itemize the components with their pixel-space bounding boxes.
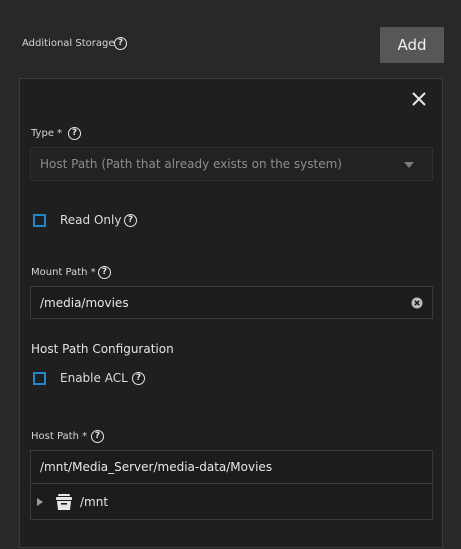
type-select[interactable]: Host Path (Path that already exists on t… [30,147,433,181]
help-icon[interactable]: ? [124,214,137,227]
mount-path-value: /media/movies [40,296,129,310]
host-path-value: /mnt/Media_Server/media-data/Movies [40,460,273,474]
read-only-label: Read Only [60,213,122,227]
help-icon[interactable]: ? [132,372,145,385]
enable-acl-label: Enable ACL [60,371,128,385]
tree-root-label[interactable]: /mnt [80,495,108,509]
file-tree: /mnt [30,483,433,520]
enable-acl-checkbox[interactable] [33,372,46,385]
add-button[interactable]: Add [380,27,444,63]
triangle-right-icon[interactable] [37,498,43,506]
mount-path-label: Mount Path * [31,267,96,278]
help-icon[interactable]: ? [91,430,104,443]
dataset-icon [56,494,72,510]
mount-path-input[interactable]: /media/movies [30,286,433,319]
help-icon[interactable]: ? [68,127,81,140]
read-only-checkbox[interactable] [33,214,46,227]
triangle-down-icon [404,162,414,168]
type-select-value: Host Path (Path that already exists on t… [40,157,342,171]
help-icon[interactable]: ? [98,266,111,279]
clear-icon[interactable] [411,297,423,309]
host-path-label: Host Path * [31,431,88,442]
section-title: Additional Storage [22,38,115,49]
close-icon[interactable] [410,90,428,108]
type-label: Type * [31,128,63,139]
host-path-config-title: Host Path Configuration [31,342,174,356]
help-icon[interactable]: ? [114,37,127,50]
host-path-input[interactable]: /mnt/Media_Server/media-data/Movies [30,450,433,484]
